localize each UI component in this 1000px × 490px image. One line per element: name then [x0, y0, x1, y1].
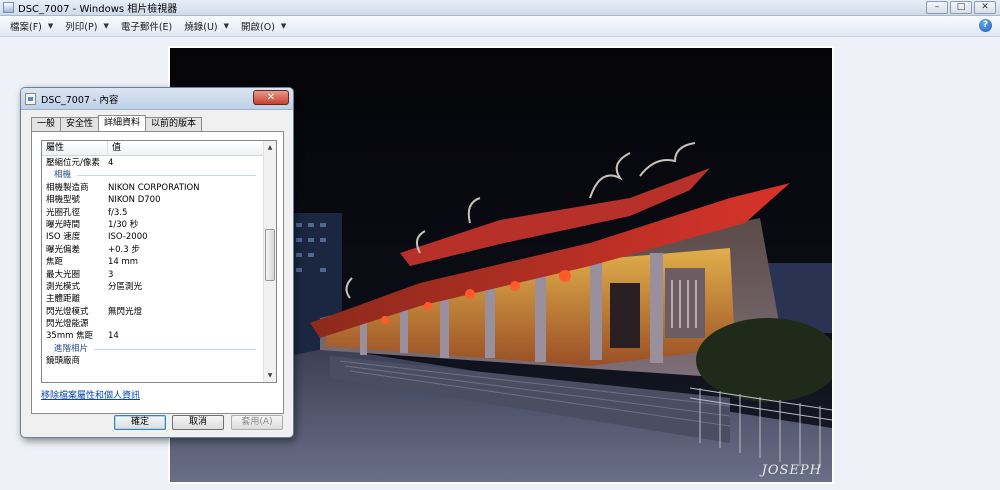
property-value: 14 mm	[108, 257, 139, 268]
chevron-down-icon: ▼	[280, 22, 287, 30]
properties-dialog: DSC_7007 - 內容 ✕ 一般 安全性 詳細資料 以前的版本 屬性 值 壓…	[20, 87, 294, 438]
property-value: 4	[108, 158, 114, 168]
details-panel: 屬性 值 壓縮位元/像素 4 相機 相機製造商 NIKON CORPORATION 相機型…	[31, 131, 284, 414]
group-divider	[77, 169, 256, 177]
property-value: f/3.5	[108, 207, 128, 218]
property-name: 相機型號	[46, 195, 81, 206]
property-name: 焦距	[46, 257, 64, 268]
group-label: 進階相片	[54, 343, 89, 354]
menu-print-label: 列印(P)	[65, 22, 98, 33]
property-row[interactable]: 焦距 14 mm	[42, 256, 264, 268]
remove-properties-link[interactable]: 移除檔案屬性和個人資訊	[41, 388, 140, 401]
image-file-icon	[25, 92, 36, 105]
scroll-down-arrow-icon[interactable]: ▼	[264, 369, 276, 382]
property-value: 無閃光燈	[108, 306, 143, 317]
property-rows: 壓縮位元/像素 4 相機 相機製造商 NIKON CORPORATION 相機型號 NIKO…	[42, 157, 264, 368]
property-name: 壓縮位元/像素	[46, 158, 100, 168]
menu-file[interactable]: 檔案(F) ▼	[4, 19, 59, 33]
list-scrollbar[interactable]: ▲ ▼	[263, 141, 276, 382]
property-row[interactable]: 曝光時間 1/30 秒	[42, 219, 264, 231]
scroll-thumb[interactable]	[265, 229, 275, 281]
property-name: 曝光時間	[46, 219, 81, 230]
property-row[interactable]: 曝光偏差 +0.3 步	[42, 244, 264, 256]
property-row[interactable]: 鏡頭廠商	[42, 355, 264, 367]
dialog-tabs: 一般 安全性 詳細資料 以前的版本	[31, 115, 203, 131]
property-name: 相機製造商	[46, 182, 89, 193]
scroll-up-arrow-icon[interactable]: ▲	[264, 141, 276, 154]
chevron-down-icon: ▼	[47, 22, 54, 30]
property-row[interactable]: 光圈孔徑 f/3.5	[42, 207, 264, 219]
chevron-down-icon: ▼	[223, 22, 230, 30]
window-title: DSC_7007 - Windows 相片檢視器	[18, 4, 178, 15]
menu-bar: 檔案(F) ▼ 列印(P) ▼ 電子郵件(E) 燒錄(U) ▼ 開啟(O) ▼ …	[0, 16, 1000, 37]
property-value: 分區測光	[108, 281, 143, 292]
tab-general[interactable]: 一般	[31, 117, 62, 131]
dialog-close-button[interactable]: ✕	[253, 90, 289, 105]
property-name: 最大光圈	[46, 269, 81, 280]
menu-email-label: 電子郵件(E)	[120, 22, 173, 33]
property-name: ISO 速度	[46, 232, 81, 243]
tab-details[interactable]: 詳細資料	[98, 115, 147, 131]
apply-button[interactable]: 套用(A)	[231, 415, 283, 430]
group-label: 相機	[54, 170, 72, 181]
menu-open-label: 開啟(O)	[241, 22, 275, 33]
property-value: 3	[108, 269, 114, 280]
property-name: 測光模式	[46, 281, 81, 292]
minimize-button[interactable]: –	[926, 1, 948, 14]
close-button[interactable]: ✕	[974, 1, 996, 14]
menu-email[interactable]: 電子郵件(E)	[115, 19, 178, 33]
menu-open[interactable]: 開啟(O) ▼	[235, 19, 292, 33]
property-row[interactable]: 閃光燈模式 無閃光燈	[42, 306, 264, 318]
cancel-button[interactable]: 取消	[172, 415, 224, 430]
photo-viewer-icon	[3, 2, 14, 13]
menu-burn-label: 燒錄(U)	[184, 22, 218, 33]
list-header: 屬性 值	[42, 141, 276, 156]
property-name: 鏡頭廠商	[46, 356, 81, 367]
ok-button[interactable]: 確定	[114, 415, 166, 430]
menu-print[interactable]: 列印(P) ▼	[59, 19, 115, 33]
properties-list[interactable]: 屬性 值 壓縮位元/像素 4 相機 相機製造商 NIKON CORPORATION 相機型…	[41, 140, 277, 383]
property-value: +0.3 步	[108, 244, 140, 255]
window-titlebar: DSC_7007 - Windows 相片檢視器 – □ ✕	[0, 0, 1000, 16]
window-controls: – □ ✕	[926, 1, 996, 14]
property-row[interactable]: 壓縮位元/像素 4	[42, 157, 264, 169]
property-name: 閃光燈模式	[46, 306, 89, 317]
column-value[interactable]: 值	[108, 141, 121, 155]
menu-burn[interactable]: 燒錄(U) ▼	[178, 19, 235, 33]
property-row[interactable]: 主體距離	[42, 293, 264, 305]
property-name: 閃光燈能源	[46, 319, 89, 330]
property-name: 35mm 焦距	[46, 331, 94, 342]
property-row[interactable]: 相機型號 NIKON D700	[42, 194, 264, 206]
menu-file-label: 檔案(F)	[10, 22, 42, 33]
property-group-header[interactable]: 相機	[42, 169, 264, 181]
help-icon[interactable]: ?	[979, 19, 992, 32]
property-group-header[interactable]: 進階相片	[42, 343, 264, 355]
property-value: NIKON D700	[108, 195, 161, 206]
property-name: 光圈孔徑	[46, 207, 81, 218]
dialog-titlebar: DSC_7007 - 內容 ✕	[21, 88, 293, 110]
property-row[interactable]: 最大光圈 3	[42, 269, 264, 281]
chevron-down-icon: ▼	[103, 22, 109, 30]
property-value: 14	[108, 331, 119, 342]
tab-security[interactable]: 安全性	[60, 117, 100, 131]
photo-watermark: JOSEPH	[761, 463, 822, 478]
property-row[interactable]: 閃光燈能源	[42, 318, 264, 330]
property-value: 1/30 秒	[108, 219, 139, 230]
maximize-button[interactable]: □	[950, 1, 972, 14]
property-row[interactable]: 35mm 焦距 14	[42, 330, 264, 342]
group-divider	[94, 343, 256, 350]
dialog-title: DSC_7007 - 內容	[41, 94, 119, 106]
property-value: ISO-2000	[108, 232, 148, 243]
property-name: 曝光偏差	[46, 244, 81, 255]
column-property[interactable]: 屬性	[42, 141, 108, 155]
property-name: 主體距離	[46, 294, 81, 305]
property-row[interactable]: 相機製造商 NIKON CORPORATION	[42, 182, 264, 194]
property-row[interactable]: ISO 速度 ISO-2000	[42, 231, 264, 243]
tab-previous-versions[interactable]: 以前的版本	[145, 117, 203, 131]
property-value: NIKON CORPORATION	[108, 182, 200, 193]
property-row[interactable]: 測光模式 分區測光	[42, 281, 264, 293]
